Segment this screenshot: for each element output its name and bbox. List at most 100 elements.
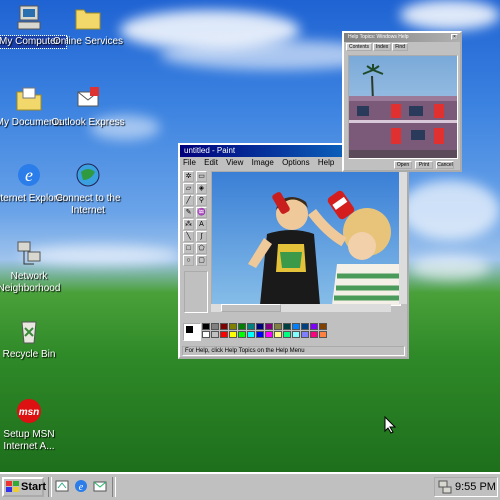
desktop-icon-network[interactable]: Network Neighborhood <box>0 238 66 295</box>
polygon-tool-icon[interactable]: ⬠ <box>196 243 207 254</box>
eraser-tool-icon[interactable]: ▱ <box>183 183 194 194</box>
palette-swatch[interactable] <box>319 331 327 338</box>
palette-swatch[interactable] <box>310 331 318 338</box>
network-icon <box>14 238 44 268</box>
brush-tool-icon[interactable]: ♒ <box>196 207 207 218</box>
palette-swatch[interactable] <box>247 323 255 330</box>
motel-photo <box>349 56 457 158</box>
free-select-tool-icon[interactable]: ✲ <box>183 171 194 182</box>
my-computer-icon <box>14 3 44 33</box>
palette-swatch[interactable] <box>211 331 219 338</box>
horizontal-scrollbar[interactable] <box>211 304 391 312</box>
connect-internet-icon <box>73 160 103 190</box>
help-buttons: Open Print Cancel <box>394 161 454 169</box>
pencil-tool-icon[interactable]: ✎ <box>183 207 194 218</box>
menu-options[interactable]: Options <box>282 158 310 167</box>
palette-swatch[interactable] <box>283 323 291 330</box>
palette-swatch[interactable] <box>229 323 237 330</box>
windows-logo-icon <box>6 481 19 492</box>
help-topics-window[interactable]: Help Topics: Windows Help × Contents Ind… <box>342 31 462 172</box>
select-tool-icon[interactable]: ▭ <box>196 171 207 182</box>
palette-swatch[interactable] <box>220 331 228 338</box>
menu-help[interactable]: Help <box>318 158 334 167</box>
menu-view[interactable]: View <box>226 158 243 167</box>
help-title-bar[interactable]: Help Topics: Windows Help × <box>344 33 460 42</box>
palette-swatch[interactable] <box>229 331 237 338</box>
pick-color-tool-icon[interactable]: ╱ <box>183 195 194 206</box>
desktop-icon-setup-msn[interactable]: msn Setup MSN Internet A... <box>0 396 66 453</box>
palette-swatch[interactable] <box>265 323 273 330</box>
start-button[interactable]: Start <box>2 477 46 497</box>
desktop-icon-recycle-bin[interactable]: Recycle Bin <box>0 316 66 361</box>
tab-index[interactable]: Index <box>373 43 392 51</box>
palette-swatch[interactable] <box>274 331 282 338</box>
palette-swatch[interactable] <box>211 323 219 330</box>
palette-swatch[interactable] <box>310 323 318 330</box>
paint-toolbox: ✲ ▭ ▱ ◈ ╱ ⚲ ✎ ♒ ⁂ A ╲ ∫ □ ⬠ ○ ▢ <box>183 171 209 266</box>
airbrush-tool-icon[interactable]: ⁂ <box>183 219 194 230</box>
desktop-icon-connect-internet[interactable]: Connect to the Internet <box>51 160 125 217</box>
vertical-scrollbar[interactable] <box>399 171 407 304</box>
folder-icon <box>73 3 103 33</box>
palette-swatch[interactable] <box>319 323 327 330</box>
current-colors-box[interactable] <box>183 323 201 341</box>
mouse-cursor-icon <box>384 416 396 434</box>
print-button[interactable]: Print <box>415 161 433 169</box>
palette-swatch[interactable] <box>247 331 255 338</box>
palette-swatch[interactable] <box>202 331 210 338</box>
system-tray: 9:55 PM <box>434 477 498 497</box>
clock[interactable]: 9:55 PM <box>455 478 496 496</box>
palette-swatch[interactable] <box>292 323 300 330</box>
show-desktop-icon[interactable] <box>54 478 70 494</box>
palette-swatch[interactable] <box>238 323 246 330</box>
ellipse-tool-icon[interactable]: ○ <box>183 255 194 266</box>
scroll-thumb[interactable] <box>221 304 281 312</box>
color-palette <box>202 323 327 338</box>
palette-swatch[interactable] <box>301 323 309 330</box>
taskbar-separator <box>112 477 116 497</box>
magnifier-tool-icon[interactable]: ⚲ <box>196 195 207 206</box>
paint-title: untitled - Paint <box>184 146 236 155</box>
palette-swatch[interactable] <box>220 323 228 330</box>
line-tool-icon[interactable]: ╲ <box>183 231 194 242</box>
palette-swatch[interactable] <box>301 331 309 338</box>
network-tray-icon[interactable] <box>438 480 452 494</box>
curve-tool-icon[interactable]: ∫ <box>196 231 207 242</box>
tab-find[interactable]: Find <box>392 43 408 51</box>
palette-swatch[interactable] <box>256 323 264 330</box>
paint-canvas-area[interactable] <box>211 171 401 306</box>
status-bar: For Help, click Help Topics on the Help … <box>182 346 405 356</box>
text-tool-icon[interactable]: A <box>196 219 207 230</box>
palette-swatch[interactable] <box>292 331 300 338</box>
tool-options-box[interactable] <box>184 271 208 313</box>
quick-launch: e <box>54 478 108 494</box>
paint-window[interactable]: untitled - Paint _ □ × File Edit View Im… <box>178 143 409 359</box>
taskbar: Start e 9:55 PM <box>0 472 500 500</box>
menu-edit[interactable]: Edit <box>204 158 218 167</box>
desktop-icon-online-services[interactable]: Online Services <box>51 3 125 48</box>
svg-text:e: e <box>79 482 84 493</box>
menu-image[interactable]: Image <box>252 158 274 167</box>
msn-logo-text: msn <box>19 407 40 418</box>
open-button[interactable]: Open <box>394 161 412 169</box>
cancel-button[interactable]: Cancel <box>436 161 454 169</box>
menu-file[interactable]: File <box>183 158 196 167</box>
palette-swatch[interactable] <box>256 331 264 338</box>
fill-tool-icon[interactable]: ◈ <box>196 183 207 194</box>
palette-swatch[interactable] <box>238 331 246 338</box>
palette-swatch[interactable] <box>283 331 291 338</box>
palette-swatch[interactable] <box>202 323 210 330</box>
tab-contents[interactable]: Contents <box>346 43 373 51</box>
rounded-rect-tool-icon[interactable]: ▢ <box>196 255 207 266</box>
rectangle-tool-icon[interactable]: □ <box>183 243 194 254</box>
help-close-button[interactable]: × <box>451 34 458 40</box>
palette-swatch[interactable] <box>274 323 282 330</box>
status-text: For Help, click Help Topics on the Help … <box>185 348 305 354</box>
canvas-image <box>212 172 400 305</box>
icon-label: Online Services <box>52 36 124 47</box>
palette-swatch[interactable] <box>265 331 273 338</box>
internet-explorer-icon: e <box>14 160 44 190</box>
desktop-icon-outlook-express[interactable]: Outlook Express <box>51 84 125 129</box>
internet-explorer-icon[interactable]: e <box>73 478 89 494</box>
outlook-express-icon[interactable] <box>92 478 108 494</box>
